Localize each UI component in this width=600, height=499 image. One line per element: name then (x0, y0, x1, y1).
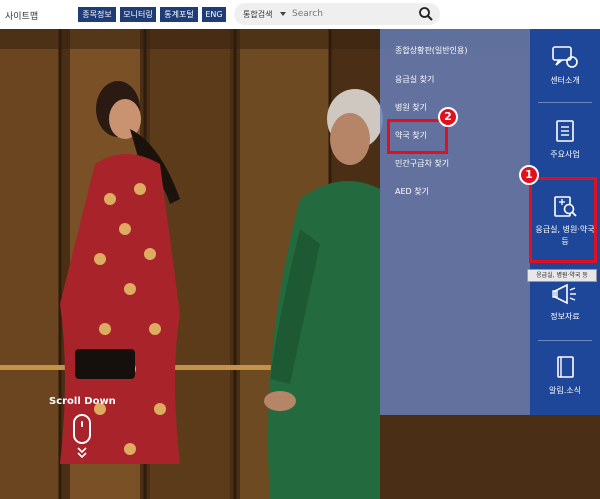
sidebar-item-news[interactable]: 알림.소식 (530, 355, 600, 397)
submenu-item-find-er[interactable]: 응급실 찾기 (395, 74, 434, 85)
divider (538, 102, 592, 103)
top-button-stock-info[interactable]: 종목정보 (78, 7, 116, 22)
search-icon[interactable] (418, 6, 434, 22)
annotation-badge-1: 1 (519, 165, 539, 185)
top-button-stats-portal[interactable]: 통계포털 (160, 7, 198, 22)
sidebar-item-info-materials[interactable]: 정보자료 (530, 281, 600, 323)
sidebar-label: 정보자료 (550, 312, 580, 321)
submenu-panel: 종합상황판(일반인용) 응급실 찾기 병원 찾기 약국 찾기 민간구급차 찾기 … (380, 29, 530, 415)
mouse-wheel (81, 421, 83, 427)
sidebar-item-major-projects[interactable]: 주요사업 (530, 119, 600, 161)
divider (538, 340, 592, 341)
search-input[interactable] (292, 6, 412, 22)
scroll-down-label: Scroll Down (49, 396, 116, 407)
submenu-item-find-aed[interactable]: AED 찾기 (395, 186, 429, 197)
annotation-badge-2: 2 (438, 107, 458, 127)
chevron-down-icon[interactable] (280, 12, 286, 16)
chat-bubble-icon (552, 46, 578, 68)
submenu-item-find-ambulance[interactable]: 민간구급차 찾기 (395, 158, 449, 169)
megaphone-icon (552, 283, 576, 305)
sitemap-link[interactable]: 사이트맵 (5, 9, 38, 22)
mouse-icon[interactable] (73, 414, 91, 444)
sidebar-tooltip: 응급실, 병원·약국 등 (527, 269, 597, 282)
search-box: 통합검색 (234, 3, 440, 25)
annotation-box-1 (529, 177, 597, 263)
sidebar-label: 주요사업 (550, 150, 580, 159)
submenu-item-find-hospital[interactable]: 병원 찾기 (395, 102, 427, 113)
annotation-box-2 (387, 119, 448, 154)
sidebar-item-center-intro[interactable]: 센터소개 (530, 45, 600, 87)
top-button-monitoring[interactable]: 모니터링 (120, 7, 156, 22)
submenu-item-status-board[interactable]: 종합상황판(일반인용) (395, 45, 467, 56)
top-bar: 사이트맵 종목정보 모니터링 통계포털 ENG 통합검색 (0, 0, 600, 29)
sidebar-label: 센터소개 (550, 76, 580, 85)
double-chevron-down-icon (77, 447, 87, 459)
top-button-eng[interactable]: ENG (202, 7, 226, 22)
search-scope-select[interactable]: 통합검색 (243, 9, 272, 20)
document-list-icon (556, 120, 574, 142)
book-icon (557, 356, 574, 378)
sidebar-label: 알림.소식 (549, 386, 581, 395)
